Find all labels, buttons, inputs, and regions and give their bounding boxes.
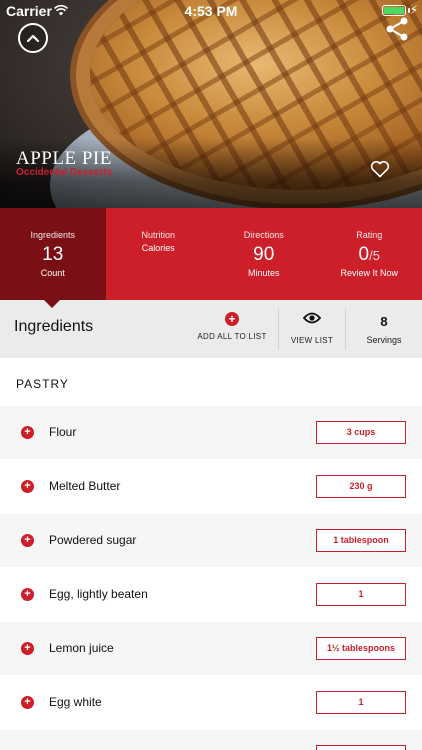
ingredient-quantity[interactable]: 230 g <box>316 475 406 498</box>
list-item: + Melted Butter 230 g <box>0 460 422 514</box>
ingredients-toolbar: Ingredients + ADD ALL TO LIST VIEW LIST … <box>0 300 422 358</box>
add-ingredient-icon[interactable]: + <box>21 534 34 547</box>
battery-icon <box>382 5 406 16</box>
ingredient-quantity-partial[interactable] <box>316 745 406 750</box>
view-list-label: VIEW LIST <box>290 336 334 345</box>
share-icon[interactable] <box>384 16 410 42</box>
add-ingredient-icon[interactable]: + <box>21 480 34 493</box>
stat-sub: Review It Now <box>340 268 398 278</box>
plus-circle-icon: + <box>225 312 239 326</box>
ingredient-name: Egg white <box>49 695 102 709</box>
ingredient-name: Flour <box>49 425 77 439</box>
rating-value: 0 <box>358 244 370 265</box>
section-header: PASTRY <box>0 358 422 406</box>
favorite-heart-icon[interactable] <box>370 160 390 178</box>
ingredient-name: Lemon juice <box>49 641 114 655</box>
eye-icon <box>302 312 322 324</box>
add-all-to-list-button[interactable]: + ADD ALL TO LIST <box>186 300 278 358</box>
list-item: + Powdered sugar 1 tablespoon <box>0 514 422 568</box>
stat-value: 90 <box>253 244 275 265</box>
stat-value: 0/5 <box>317 244 422 266</box>
recipe-hero-image: Carrier 4:53 PM ⚡ APPLE PIE Occidental D… <box>0 0 422 208</box>
section-title: PASTRY <box>16 377 69 391</box>
stat-label: Ingredients <box>30 230 76 240</box>
list-item: + Egg, lightly beaten 1 <box>0 568 422 622</box>
servings-label: Servings <box>366 335 402 345</box>
ingredient-quantity[interactable]: 3 cups <box>316 421 406 444</box>
chevron-up-icon <box>27 34 39 42</box>
list-item: + Lemon juice 1½ tablespoons <box>0 622 422 676</box>
add-ingredient-icon[interactable]: + <box>21 426 34 439</box>
stat-label: Nutrition <box>141 230 175 240</box>
ingredient-quantity[interactable]: 1 <box>316 691 406 714</box>
stat-label: Directions <box>243 230 284 240</box>
ingredient-list: + Flour 3 cups + Melted Butter 230 g + P… <box>0 406 422 750</box>
add-ingredient-icon[interactable]: + <box>21 696 34 709</box>
stat-value: 13 <box>42 244 64 265</box>
servings-selector[interactable]: 8 Servings <box>346 300 422 358</box>
ingredient-quantity[interactable]: 1 tablespoon <box>316 529 406 552</box>
servings-count: 8 <box>380 314 388 329</box>
charging-icon: ⚡ <box>409 3 418 17</box>
stat-sub: Calories <box>141 243 175 253</box>
recipe-category: Occidental Desserts <box>16 167 113 178</box>
status-bar: Carrier 4:53 PM ⚡ <box>0 0 422 22</box>
clock: 4:53 PM <box>184 3 238 19</box>
add-ingredient-icon[interactable]: + <box>21 642 34 655</box>
recipe-stats-bar: Ingredients 13 Count Nutrition Calories … <box>0 208 422 300</box>
stat-rating[interactable]: Rating 0/5 Review It Now <box>317 208 422 300</box>
stat-label: Rating <box>356 230 383 240</box>
list-item: + Egg white 1 <box>0 676 422 730</box>
ingredient-name: Egg, lightly beaten <box>49 587 148 601</box>
stat-nutrition[interactable]: Nutrition Calories <box>106 208 212 300</box>
add-all-label: ADD ALL TO LIST <box>197 332 267 341</box>
ingredient-quantity[interactable]: 1½ tablespoons <box>316 637 406 660</box>
view-list-button[interactable]: VIEW LIST <box>279 300 345 358</box>
list-item: + Flour 3 cups <box>0 406 422 460</box>
ingredient-quantity[interactable]: 1 <box>316 583 406 606</box>
collapse-button[interactable] <box>18 23 48 53</box>
active-tab-indicator <box>44 300 60 308</box>
rating-scale: /5 <box>369 248 380 263</box>
list-item-partial <box>0 730 422 750</box>
stat-directions[interactable]: Directions 90 Minutes <box>211 208 317 300</box>
stat-sub: Minutes <box>247 268 280 278</box>
stat-ingredients[interactable]: Ingredients 13 Count <box>0 208 106 300</box>
ingredient-name: Powdered sugar <box>49 533 137 547</box>
add-ingredient-icon[interactable]: + <box>21 588 34 601</box>
stat-sub: Count <box>40 268 65 278</box>
ingredients-heading: Ingredients <box>14 318 94 335</box>
ingredient-name: Melted Butter <box>49 479 121 493</box>
